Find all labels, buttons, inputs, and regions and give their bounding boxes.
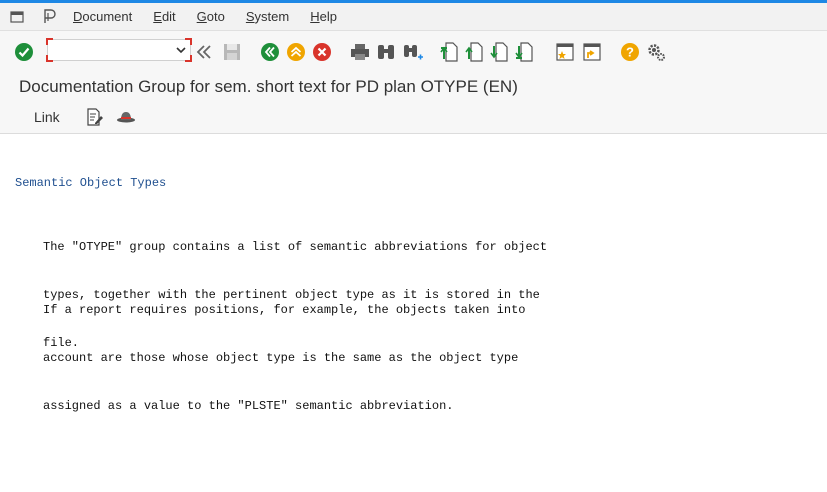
menu-edit[interactable]: Edit bbox=[153, 9, 175, 24]
title-bar: Documentation Group for sem. short text … bbox=[0, 71, 827, 102]
command-field[interactable] bbox=[46, 38, 192, 62]
previous-page-icon[interactable] bbox=[465, 42, 483, 62]
svg-text:?: ? bbox=[626, 45, 634, 60]
help-icon[interactable]: ? bbox=[620, 42, 640, 62]
text-line: assigned as a value to the "PLSTE" seman… bbox=[43, 399, 454, 413]
enter-check-icon[interactable] bbox=[14, 42, 34, 62]
find-icon[interactable] bbox=[376, 42, 396, 62]
text-line: If a report requires positions, for exam… bbox=[43, 303, 526, 317]
chevron-down-icon[interactable] bbox=[176, 43, 186, 62]
document-content: Semantic Object Types The "OTYPE" group … bbox=[0, 134, 827, 492]
menu-goto[interactable]: Goto bbox=[197, 9, 225, 24]
text-line: The "OTYPE" group contains a list of sem… bbox=[43, 240, 548, 254]
back-icon[interactable] bbox=[260, 42, 280, 62]
menu-document[interactable]: Document bbox=[73, 9, 132, 24]
sap-menu-icon[interactable] bbox=[41, 9, 57, 25]
create-session-icon[interactable] bbox=[555, 42, 575, 62]
print-icon[interactable] bbox=[350, 42, 370, 62]
last-page-icon[interactable] bbox=[515, 42, 533, 62]
text-line: account are those whose object type is t… bbox=[43, 351, 519, 365]
generate-shortcut-icon[interactable] bbox=[582, 42, 602, 62]
collapse-command-icon[interactable] bbox=[196, 42, 212, 62]
page-title: Documentation Group for sem. short text … bbox=[19, 77, 518, 96]
exit-icon[interactable] bbox=[286, 42, 306, 62]
application-toolbar: Link bbox=[0, 102, 827, 134]
menu-help[interactable]: Help bbox=[310, 9, 337, 24]
customize-layout-icon[interactable] bbox=[9, 9, 25, 25]
next-page-icon[interactable] bbox=[490, 42, 508, 62]
menu-system[interactable]: System bbox=[246, 9, 289, 24]
paragraph: If a report requires positions, for exam… bbox=[43, 270, 603, 446]
link-button[interactable]: Link bbox=[34, 109, 60, 125]
find-next-icon[interactable] bbox=[402, 42, 424, 62]
save-icon[interactable] bbox=[223, 42, 241, 62]
gear-icon[interactable] bbox=[646, 42, 666, 62]
command-input[interactable] bbox=[48, 40, 176, 60]
hat-icon[interactable] bbox=[116, 108, 136, 129]
section-heading: Semantic Object Types bbox=[15, 176, 167, 190]
standard-toolbar: ? bbox=[0, 31, 827, 71]
cancel-icon[interactable] bbox=[312, 42, 332, 62]
first-page-icon[interactable] bbox=[440, 42, 458, 62]
menu-bar: Document Edit Goto System Help bbox=[0, 3, 827, 31]
edit-document-icon[interactable] bbox=[86, 108, 104, 131]
